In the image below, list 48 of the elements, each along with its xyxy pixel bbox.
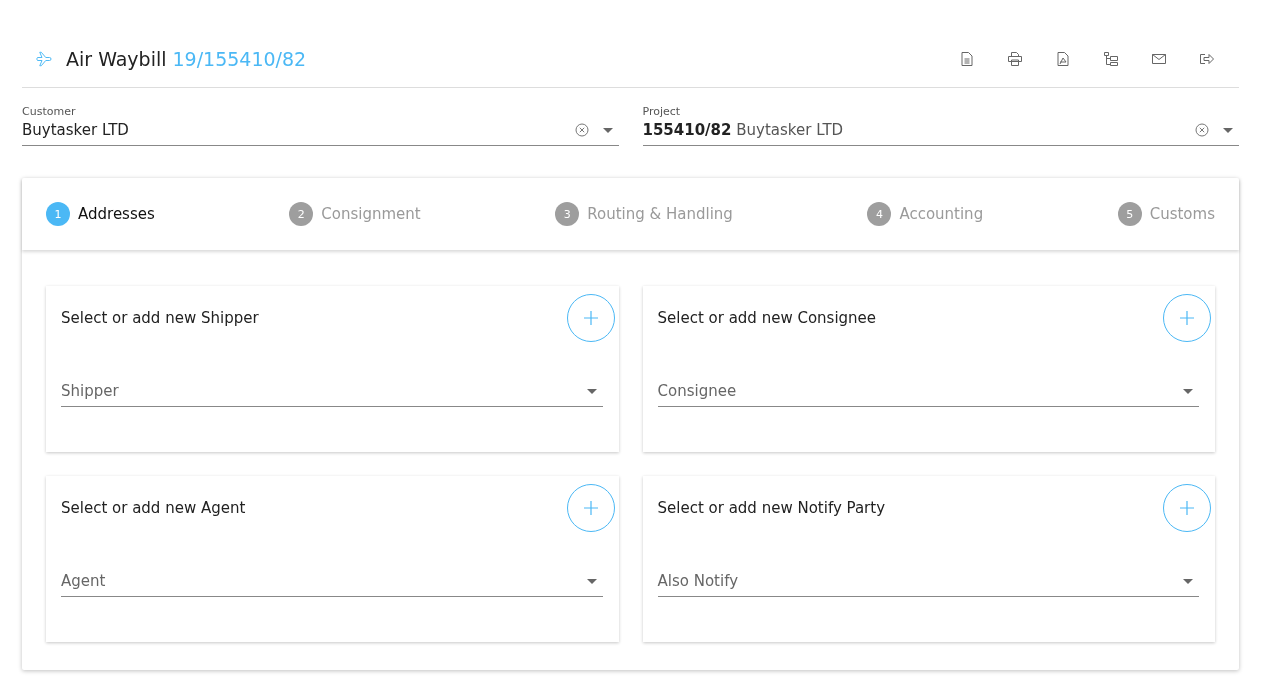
plus-icon xyxy=(583,311,598,325)
clear-icon[interactable] xyxy=(574,123,589,137)
select-field[interactable]: Shipper xyxy=(61,382,603,407)
page-title: Air Waybill xyxy=(66,47,167,70)
step-label: Addresses xyxy=(78,205,155,223)
field-placeholder: Shipper xyxy=(61,382,119,400)
field-value: 155410/82 Buytasker LTD xyxy=(642,121,845,139)
step-label: Consignment xyxy=(321,205,421,223)
plus-icon xyxy=(1180,311,1194,325)
step-label: Customs xyxy=(1149,205,1215,223)
step-number: 3 xyxy=(555,202,580,226)
airplane-icon xyxy=(36,49,54,68)
plus-icon xyxy=(583,501,598,515)
step-number: 4 xyxy=(867,202,892,226)
card-title: Select or add new Consignee xyxy=(657,309,877,327)
waybill-number: 19/155410/82 xyxy=(172,47,307,70)
step-tab[interactable]: 1 Addresses xyxy=(46,202,155,226)
card-title: Select or add new Notify Party xyxy=(657,499,886,517)
dropdown-arrow-icon xyxy=(586,578,597,584)
field-value: Buytasker LTD xyxy=(22,121,130,139)
select-field[interactable]: Also Notify xyxy=(657,572,1199,597)
field-placeholder: Also Notify xyxy=(657,572,739,590)
card-title: Select or add new Shipper xyxy=(61,309,259,327)
clear-icon[interactable] xyxy=(1195,123,1209,137)
folder-tree-icon xyxy=(1103,50,1119,67)
step-label: Routing & Handling xyxy=(587,205,733,223)
dropdown-arrow-icon[interactable] xyxy=(602,127,613,133)
printer-icon xyxy=(1007,50,1023,67)
document-icon xyxy=(959,50,975,67)
step-number: 5 xyxy=(1117,202,1142,226)
card-title: Select or add new Agent xyxy=(61,499,246,517)
pdf-icon xyxy=(1055,50,1071,67)
select-field[interactable]: Project 155410/82 Buytasker LTD xyxy=(642,105,1239,146)
dropdown-arrow-icon[interactable] xyxy=(1223,127,1233,133)
select-field[interactable]: Customer Buytasker LTD xyxy=(22,105,619,146)
dropdown-arrow-icon xyxy=(1183,578,1193,584)
field-placeholder: Consignee xyxy=(657,382,737,400)
dropdown-arrow-icon xyxy=(586,388,597,394)
step-label: Accounting xyxy=(899,205,984,223)
field-label: Customer xyxy=(22,105,77,118)
select-field[interactable]: Agent xyxy=(61,572,603,597)
dropdown-arrow-icon xyxy=(1183,388,1193,394)
field-placeholder: Agent xyxy=(61,572,106,590)
plus-icon xyxy=(1180,501,1194,515)
step-number: 1 xyxy=(46,202,70,226)
step-number: 2 xyxy=(289,202,314,226)
field-label: Project xyxy=(642,105,682,118)
select-field[interactable]: Consignee xyxy=(657,382,1199,407)
